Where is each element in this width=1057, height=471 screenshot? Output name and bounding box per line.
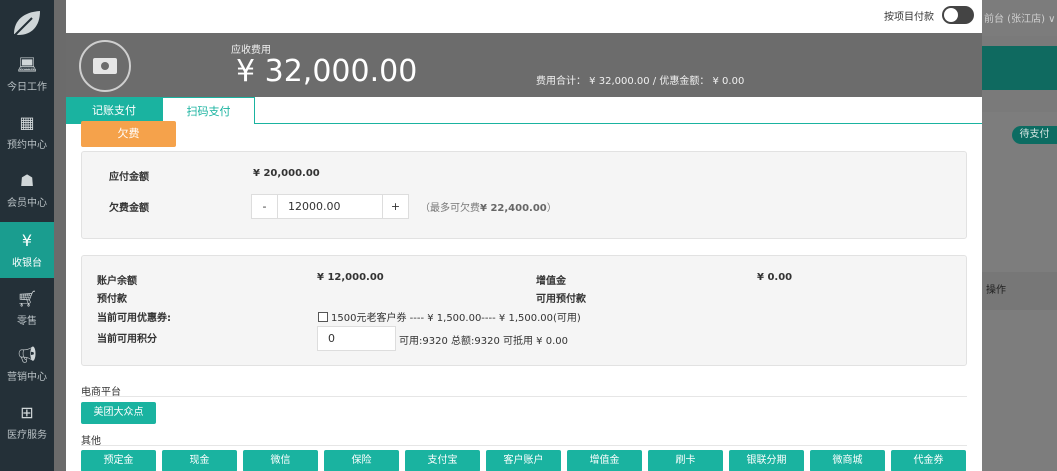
value-added-button[interactable]: 增值金 bbox=[567, 450, 642, 471]
insurance-button[interactable]: 保险 bbox=[324, 450, 399, 471]
sidebar: 💻︎ 今日工作 ▦ 预约中心 ☗ 会员中心 ¥ 收银台 🛒︎ 零售 📢︎ 营销中… bbox=[0, 0, 54, 471]
debt-amount-label: 欠费金额 bbox=[109, 203, 149, 214]
operations-header: 操作 bbox=[982, 272, 1057, 310]
prepay-label: 预付款 bbox=[97, 294, 127, 305]
background-band bbox=[982, 46, 1057, 90]
other-payment-buttons: 预定金 现金 微信 保险 支付宝 客户账户 增值金 刷卡 银联分期 微商城 代金… bbox=[81, 450, 971, 471]
debt-increment-button[interactable]: + bbox=[383, 195, 408, 218]
voucher-button[interactable]: 代金券 bbox=[891, 450, 966, 471]
points-input[interactable]: 0 bbox=[317, 326, 396, 351]
coupon-checkbox[interactable] bbox=[318, 311, 328, 322]
max-debt-amount: ¥ 22,400.00 bbox=[480, 203, 547, 214]
store-selector: 前台 (张江店) ∨ bbox=[984, 14, 1056, 25]
customer-account-button[interactable]: 客户账户 bbox=[486, 450, 561, 471]
coupon-label: 当前可用优惠券: bbox=[97, 313, 171, 324]
calendar-icon: ▦ bbox=[19, 112, 35, 132]
other-divider bbox=[81, 445, 967, 446]
debt-amount-stepper: - 12000.00 + bbox=[251, 194, 409, 219]
receivable-header: 应收费用 ¥ 32,000.00 费用合计： ¥ 32,000.00 / 优惠金… bbox=[66, 33, 982, 97]
payable-value: ¥ 20,000.00 bbox=[253, 168, 320, 179]
receivable-amount: ¥ 32,000.00 bbox=[236, 54, 418, 89]
pay-by-item-toggle-row: 按项目付款 bbox=[884, 6, 974, 24]
sidebar-item-members[interactable]: ☗ 会员中心 bbox=[0, 162, 54, 218]
tab-scan-payment[interactable]: 扫码支付 bbox=[162, 97, 255, 124]
debt-panel: 应付金额 ¥ 20,000.00 欠费金额 - 12000.00 + （最多可欠… bbox=[81, 151, 967, 239]
unionpay-installment-button[interactable]: 银联分期 bbox=[729, 450, 804, 471]
wechat-button[interactable]: 微信 bbox=[243, 450, 318, 471]
sidebar-item-medical[interactable]: ⊞ 医疗服务 bbox=[0, 394, 54, 450]
cart-icon: 🛒︎ bbox=[16, 288, 38, 308]
sidebar-item-today-work[interactable]: 💻︎ 今日工作 bbox=[0, 46, 54, 102]
payment-modal: 按项目付款 应收费用 ¥ 32,000.00 费用合计： ¥ 32,000.00… bbox=[66, 0, 982, 471]
account-panel: 账户余额 ¥ 12,000.00 增值金 ¥ 0.00 预付款 可用预付款 当前… bbox=[81, 255, 967, 366]
balance-label: 账户余额 bbox=[97, 276, 137, 287]
micro-mall-button[interactable]: 微商城 bbox=[810, 450, 885, 471]
meituan-dianping-button[interactable]: 美团大众点 bbox=[81, 402, 156, 424]
value-added-value: ¥ 0.00 bbox=[757, 272, 793, 283]
pay-by-item-label: 按项目付款 bbox=[884, 11, 934, 23]
payable-label: 应付金额 bbox=[109, 172, 149, 183]
money-circle bbox=[79, 40, 131, 92]
sidebar-item-appointments[interactable]: ▦ 预约中心 bbox=[0, 104, 54, 160]
laptop-icon: 💻︎ bbox=[16, 54, 38, 74]
coupon-text: 1500元老客户券 ---- ¥ 1,500.00---- ¥ 1,500.00… bbox=[331, 313, 581, 324]
app-logo[interactable] bbox=[0, 0, 54, 46]
megaphone-icon: 📢︎ bbox=[16, 344, 38, 364]
money-bill-icon bbox=[93, 58, 117, 74]
toggle-knob bbox=[944, 8, 958, 22]
sidebar-item-retail[interactable]: 🛒︎ 零售 bbox=[0, 280, 54, 336]
debt-decrement-button[interactable]: - bbox=[252, 195, 277, 218]
debt-button[interactable]: 欠费 bbox=[81, 121, 176, 147]
card-swipe-button[interactable]: 刷卡 bbox=[648, 450, 723, 471]
max-debt-hint: （最多可欠费¥ 22,400.00） bbox=[420, 203, 557, 214]
users-icon: ☗ bbox=[19, 170, 35, 190]
coupon-option: 1500元老客户券 ---- ¥ 1,500.00---- ¥ 1,500.00… bbox=[318, 309, 581, 324]
balance-value: ¥ 12,000.00 bbox=[317, 272, 384, 283]
cash-button[interactable]: 现金 bbox=[162, 450, 237, 471]
available-prepay-label: 可用预付款 bbox=[536, 294, 586, 305]
value-added-label: 增值金 bbox=[536, 276, 566, 287]
points-info: 可用:9320 总额:9320 可抵用 ¥ 0.00 bbox=[399, 336, 568, 347]
alipay-button[interactable]: 支付宝 bbox=[405, 450, 480, 471]
pay-by-item-toggle[interactable] bbox=[942, 6, 974, 24]
debt-amount-input[interactable]: 12000.00 bbox=[277, 195, 383, 218]
medical-kit-icon: ⊞ bbox=[20, 402, 34, 422]
pending-payment-badge: 待支付 bbox=[1012, 126, 1057, 144]
sidebar-item-cashier[interactable]: ¥ 收银台 bbox=[0, 222, 54, 278]
leaf-logo-icon bbox=[14, 11, 40, 36]
yen-icon: ¥ bbox=[21, 230, 33, 250]
points-label: 当前可用积分 bbox=[97, 334, 157, 345]
deposit-button[interactable]: 预定金 bbox=[81, 450, 156, 471]
fee-summary: 费用合计： ¥ 32,000.00 / 优惠金额： ¥ 0.00 bbox=[536, 76, 745, 87]
tab-account-payment[interactable]: 记账支付 bbox=[66, 97, 162, 124]
sidebar-item-marketing[interactable]: 📢︎ 营销中心 bbox=[0, 336, 54, 392]
ecommerce-divider bbox=[81, 396, 967, 397]
payment-tabs: 记账支付 扫码支付 bbox=[66, 97, 982, 124]
